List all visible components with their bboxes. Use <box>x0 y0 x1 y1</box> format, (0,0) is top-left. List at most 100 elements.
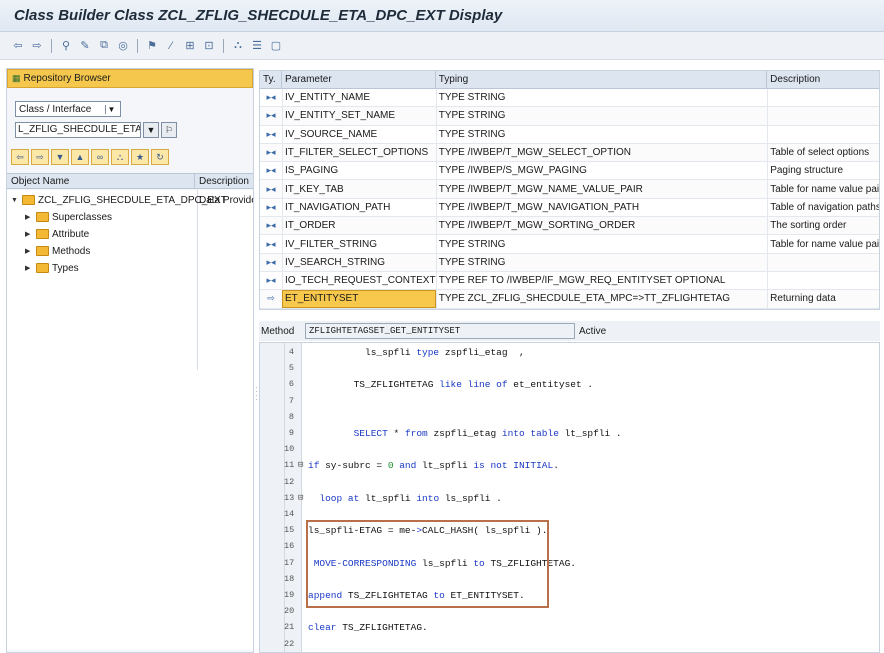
parameter-row[interactable]: ▸◂ IV_ENTITY_NAME TYPE STRING <box>260 89 879 108</box>
parameter-row[interactable]: ▸◂ IV_FILTER_STRING TYPE STRING Table for n… <box>260 235 879 254</box>
parameter-row[interactable]: ▸◂ IT_ORDER TYPE /IWBEP/T_MGW_SORTING_ORDE… <box>260 217 879 236</box>
code-line[interactable]: 7 <box>260 396 879 412</box>
parameter-name[interactable]: IT_KEY_TAB <box>281 180 436 198</box>
code-line[interactable]: 10 <box>260 444 879 460</box>
parameter-row[interactable]: ▸◂ IV_SOURCE_NAME TYPE STRING <box>260 125 879 144</box>
parameter-row[interactable]: ▸◂ IT_NAVIGATION_PATH TYPE /IWBEP/T_MGW_NA… <box>260 198 879 218</box>
object-list-icon[interactable]: ⊞ <box>182 38 198 54</box>
collapse-icon[interactable]: ▲ <box>71 149 89 165</box>
up-level-icon[interactable]: ▼ <box>51 149 69 165</box>
chevron-down-icon[interactable]: ▼ <box>105 104 117 114</box>
parameter-typing[interactable]: TYPE /IWBEP/T_MGW_SELECT_OPTION <box>435 143 767 162</box>
code-line[interactable]: 16 <box>260 541 879 557</box>
check-icon[interactable]: ◎ <box>115 38 131 54</box>
description-column-header[interactable]: Description <box>767 71 879 88</box>
parameter-description[interactable] <box>767 125 879 143</box>
parameter-column-header[interactable]: Parameter <box>282 71 436 88</box>
code-line[interactable]: 20 <box>260 606 879 622</box>
tree-node-superclasses[interactable]: ▶ Superclasses <box>25 209 112 225</box>
layout-icon[interactable]: ☰ <box>249 38 265 54</box>
code-line[interactable]: 21 clear TS_ZFLIGHTETAG. <box>260 622 879 638</box>
code-editor[interactable]: 4 ls_spfli type zspfli_etag ,56 TS_ZFLIG… <box>259 342 880 653</box>
code-line[interactable]: 17 MOVE-CORRESPONDING ls_spfli to TS_ZFL… <box>260 558 879 574</box>
code-line[interactable]: 9 SELECT * from zspfli_etag into table l… <box>260 428 879 444</box>
type-column-header[interactable]: Ty. <box>260 71 282 88</box>
code-line[interactable]: 6 TS_ZFLIGHTETAG like line of et_entitys… <box>260 379 879 395</box>
parameter-name[interactable]: IT_NAVIGATION_PATH <box>281 198 436 217</box>
parameter-row[interactable]: ▸◂ IT_KEY_TAB TYPE /IWBEP/T_MGW_NAME_VALUE… <box>260 180 879 199</box>
tree-node-methods[interactable]: ▶ Methods <box>25 243 90 259</box>
parameter-name[interactable]: IV_ENTITY_SET_NAME <box>281 107 436 125</box>
display-glasses-icon[interactable]: ⚐ <box>161 122 177 138</box>
object-type-select[interactable]: Class / Interface ▼ <box>15 101 121 117</box>
parameter-typing[interactable]: TYPE /IWBEP/T_MGW_NAME_VALUE_PAIR <box>435 180 767 198</box>
parameter-description[interactable] <box>767 107 879 125</box>
parameter-typing[interactable]: TYPE /IWBEP/S_MGW_PAGING <box>435 162 767 180</box>
display-object-list-icon[interactable]: ⊡ <box>201 38 217 54</box>
code-line[interactable]: 15 ls_spfli-ETAG = me->CALC_HASH( ls_spfl… <box>260 525 879 541</box>
hierarchy-tree-icon[interactable]: ⛬ <box>111 149 129 165</box>
parameter-row[interactable]: ▸◂ IS_PAGING TYPE /IWBEP/S_MGW_PAGING Pagin… <box>260 162 879 181</box>
code-line[interactable]: 19 append TS_ZFLIGHTETAG to ET_ENTITYSET. <box>260 590 879 606</box>
tree-root-node[interactable]: ▼ ZCL_ZFLIG_SHECDULE_ETA_DPC_EXT <box>11 192 227 208</box>
parameter-description[interactable]: Paging structure <box>767 162 879 180</box>
parameter-typing[interactable]: TYPE /IWBEP/T_MGW_NAVIGATION_PATH <box>435 198 767 217</box>
parameter-description[interactable]: Table for name value pairs <box>767 235 879 253</box>
parameter-description[interactable]: Table of select options <box>767 143 879 162</box>
binoculars-icon[interactable]: ∞ <box>91 149 109 165</box>
parameter-typing[interactable]: TYPE STRING <box>435 107 767 125</box>
parameter-name[interactable]: IV_SOURCE_NAME <box>281 125 436 143</box>
parameter-typing[interactable]: TYPE STRING <box>435 235 767 253</box>
parameter-description[interactable]: The sorting order <box>767 217 879 235</box>
parameter-name[interactable]: IV_ENTITY_NAME <box>281 89 436 107</box>
parameter-row[interactable]: ▸◂ IV_ENTITY_SET_NAME TYPE STRING <box>260 107 879 126</box>
collapsed-triangle-icon[interactable]: ▶ <box>25 230 33 238</box>
description-column-header[interactable]: Description <box>195 174 253 188</box>
object-name-input[interactable]: L_ZFLIG_SHECDULE_ETA_DPC_E X <box>15 122 141 138</box>
expanded-triangle-icon[interactable]: ▼ <box>11 197 19 204</box>
collapsed-triangle-icon[interactable]: ▶ <box>25 264 33 272</box>
active-inactive-icon[interactable]: ⧉ <box>96 38 112 54</box>
fold-icon[interactable]: ⊟ <box>298 460 303 470</box>
parameter-typing[interactable]: TYPE ZCL_ZFLIG_SHECDULE_ETA_MPC=>TT_ZFLI… <box>435 290 767 308</box>
parameter-typing[interactable]: TYPE STRING <box>435 89 767 107</box>
fold-icon[interactable]: ⊟ <box>298 493 303 503</box>
parameter-name[interactable]: IT_FILTER_SELECT_OPTIONS <box>281 143 436 162</box>
parameter-description[interactable]: Table of navigation paths <box>767 198 879 217</box>
parameter-typing[interactable]: TYPE STRING <box>435 125 767 143</box>
previous-object-icon[interactable]: ⇦ <box>11 149 29 165</box>
where-used-icon[interactable]: ⁄ <box>163 38 179 54</box>
repository-browser-header[interactable]: ▦ Repository Browser <box>7 69 253 88</box>
other-object-icon[interactable]: ⚲ <box>58 38 74 54</box>
code-line[interactable]: 18 <box>260 574 879 590</box>
parameter-name[interactable]: IT_ORDER <box>281 217 436 235</box>
code-line[interactable]: 11 ⊟ if sy-subrc = 0 and lt_spfli is not I… <box>260 460 879 476</box>
activate-icon[interactable]: ⚑ <box>144 38 160 54</box>
parameter-row[interactable]: ▸◂ IT_FILTER_SELECT_OPTIONS TYPE /IWBEP/T_… <box>260 143 879 163</box>
parameter-description[interactable]: Returning data <box>767 290 879 308</box>
parameter-typing[interactable]: TYPE /IWBEP/T_MGW_SORTING_ORDER <box>435 217 767 235</box>
parameter-typing[interactable]: TYPE REF TO /IWBEP/IF_MGW_REQ_ENTITYSET … <box>435 271 767 290</box>
collapsed-triangle-icon[interactable]: ▶ <box>25 247 33 255</box>
parameter-description[interactable] <box>767 253 879 271</box>
collapsed-triangle-icon[interactable]: ▶ <box>25 213 33 221</box>
tree-node-types[interactable]: ▶ Types <box>25 260 79 276</box>
favorites-icon[interactable]: ★ <box>131 149 149 165</box>
code-line[interactable]: 5 <box>260 363 879 379</box>
parameter-description[interactable] <box>767 271 879 290</box>
parameter-name[interactable]: IV_FILTER_STRING <box>281 235 436 253</box>
display-change-icon[interactable]: ✎ <box>77 38 93 54</box>
parameter-name[interactable]: ET_ENTITYSET <box>281 290 436 308</box>
back-arrow-icon[interactable]: ⇦ <box>10 38 26 54</box>
parameter-description[interactable] <box>767 89 879 107</box>
method-name-field[interactable]: ZFLIGHTETAGSET_GET_ENTITYSET <box>305 323 575 339</box>
parameter-name[interactable]: IV_SEARCH_STRING <box>281 253 436 271</box>
parameter-typing[interactable]: TYPE STRING <box>435 253 767 271</box>
parameter-description[interactable]: Table for name value pairs <box>767 180 879 198</box>
code-line[interactable]: 14 <box>260 509 879 525</box>
dropdown-arrow-icon[interactable]: ▼ <box>143 122 159 138</box>
splitter-handle[interactable]: · · · · <box>255 384 258 404</box>
refresh-icon[interactable]: ↻ <box>151 149 169 165</box>
hierarchy-icon[interactable]: ⛬ <box>230 38 246 54</box>
parameter-name[interactable]: IO_TECH_REQUEST_CONTEXT <box>281 271 436 290</box>
